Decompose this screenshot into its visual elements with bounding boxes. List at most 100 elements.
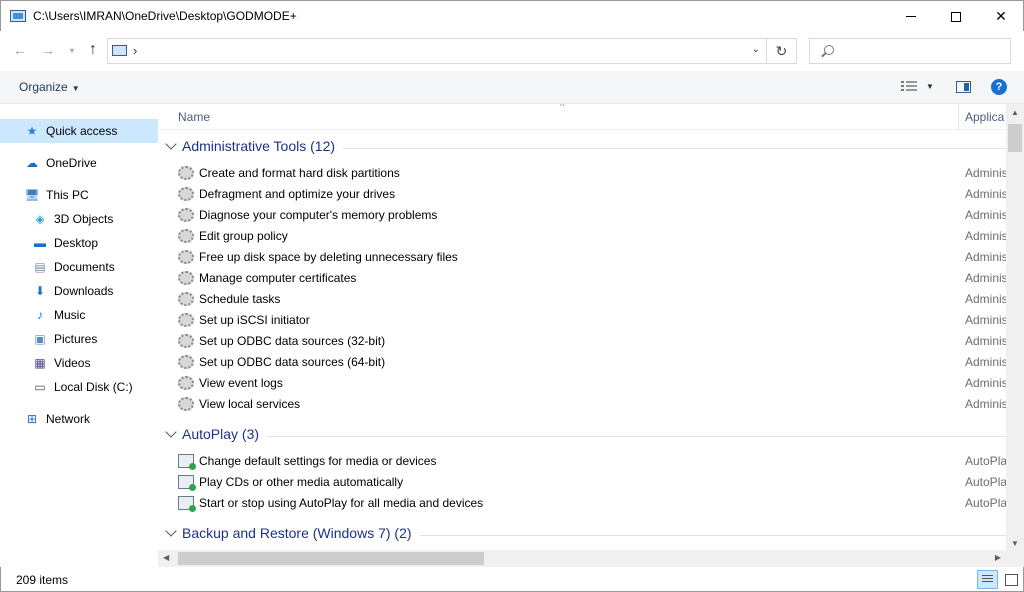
- sidebar-item-label: Local Disk (C:): [54, 380, 133, 394]
- document-icon: ▤: [34, 260, 46, 274]
- autoplay-icon: [178, 454, 196, 470]
- view-options-caret-icon[interactable]: ▼: [926, 82, 934, 91]
- minimize-button[interactable]: [888, 1, 934, 32]
- admin-tools-icon: [178, 229, 194, 243]
- sidebar-item-quick-access[interactable]: ★ Quick access: [0, 119, 158, 143]
- help-button[interactable]: ?: [991, 79, 1007, 95]
- item-application: AutoPla: [965, 496, 1006, 510]
- autoplay-icon: [178, 496, 196, 512]
- item-application: Adminis: [965, 229, 1006, 243]
- computer-icon: 🖥: [24, 188, 40, 202]
- pictures-icon: ▣: [34, 332, 46, 346]
- admin-tools-icon: [178, 292, 194, 306]
- organize-menu-button[interactable]: Organize ▼: [19, 80, 80, 94]
- refresh-button[interactable]: ↻: [767, 38, 797, 64]
- group-divider: [182, 436, 1006, 437]
- list-item[interactable]: View local services Adminis: [158, 394, 1006, 415]
- back-button[interactable]: ←: [10, 39, 30, 61]
- group-header[interactable]: AutoPlay (3): [158, 425, 1006, 447]
- group-header[interactable]: Administrative Tools (12): [158, 137, 1006, 159]
- organize-label: Organize: [19, 80, 68, 94]
- list-item[interactable]: Set up iSCSI initiator Adminis: [158, 310, 1006, 331]
- list-item[interactable]: Diagnose your computer's memory problems…: [158, 205, 1006, 226]
- control-panel-icon: [112, 45, 127, 56]
- sidebar-item-documents[interactable]: ▤ Documents: [0, 255, 158, 279]
- close-button[interactable]: ✕: [978, 1, 1024, 32]
- scroll-down-icon[interactable]: ▼: [1011, 539, 1019, 548]
- list-item[interactable]: Edit group policy Adminis: [158, 226, 1006, 247]
- group-header[interactable]: Backup and Restore (Windows 7) (2): [158, 524, 1006, 546]
- list-item[interactable]: View event logs Adminis: [158, 373, 1006, 394]
- list-item[interactable]: Play CDs or other media automatically Aut…: [158, 472, 1006, 493]
- item-application: Adminis: [965, 166, 1006, 180]
- search-input[interactable]: [809, 38, 1011, 64]
- item-name: Set up iSCSI initiator: [199, 313, 310, 327]
- address-bar[interactable]: › ⌄: [107, 38, 767, 64]
- scroll-left-icon[interactable]: ◀: [163, 553, 169, 562]
- list-item[interactable]: Create and format hard disk partitions Ad…: [158, 163, 1006, 184]
- title-bar: C:\Users\IMRAN\OneDrive\Desktop\GODMODE+…: [0, 0, 1024, 31]
- sidebar-item-pictures[interactable]: ▣ Pictures: [0, 327, 158, 351]
- group-collapse-icon[interactable]: [165, 426, 177, 438]
- vertical-scrollbar[interactable]: ▲ ▼: [1006, 104, 1024, 550]
- horizontal-scroll-thumb[interactable]: [178, 552, 484, 565]
- sidebar-item-network[interactable]: ⊞ Network: [0, 407, 158, 431]
- list-item[interactable]: Set up ODBC data sources (32-bit) Adminis: [158, 331, 1006, 352]
- column-separator[interactable]: [958, 104, 959, 130]
- sidebar-item-local-disk-c[interactable]: ▭ Local Disk (C:): [0, 375, 158, 399]
- column-header-row: Name ^ Applica: [158, 104, 1006, 130]
- vertical-scroll-thumb[interactable]: [1008, 124, 1022, 152]
- caret-down-icon: ▼: [71, 84, 80, 93]
- sidebar-item-music[interactable]: ♪ Music: [0, 303, 158, 327]
- sidebar-item-desktop[interactable]: ▬ Desktop: [0, 231, 158, 255]
- sidebar-item-label: Pictures: [54, 332, 98, 346]
- admin-tools-icon: [178, 313, 194, 327]
- item-application: Adminis: [965, 208, 1006, 222]
- list-item[interactable]: Schedule tasks Adminis: [158, 289, 1006, 310]
- sidebar-item-3d-objects[interactable]: ◈ 3D Objects: [0, 207, 158, 231]
- item-name: Free up disk space by deleting unnecessa…: [199, 250, 458, 264]
- sidebar-item-this-pc[interactable]: 🖥 This PC: [0, 183, 158, 207]
- videos-icon: ▦: [34, 356, 46, 370]
- scroll-up-icon[interactable]: ▲: [1011, 108, 1019, 117]
- sidebar-item-onedrive[interactable]: ☁ OneDrive: [0, 151, 158, 175]
- change-view-button[interactable]: [901, 81, 917, 93]
- scroll-right-icon[interactable]: ▶: [995, 553, 1001, 562]
- arrow-left-icon: ←: [13, 42, 27, 58]
- horizontal-scrollbar[interactable]: ◀ ▶: [158, 550, 1006, 567]
- group-collapse-icon[interactable]: [165, 525, 177, 537]
- item-application: Adminis: [965, 355, 1006, 369]
- breadcrumb-chevron-icon[interactable]: ›: [133, 43, 137, 58]
- list-item[interactable]: Set up ODBC data sources (64-bit) Adminis: [158, 352, 1006, 373]
- forward-button[interactable]: →: [38, 39, 58, 61]
- sidebar-item-downloads[interactable]: ⬇ Downloads: [0, 279, 158, 303]
- address-dropdown-icon[interactable]: ⌄: [752, 44, 760, 55]
- maximize-button[interactable]: [933, 1, 979, 32]
- sidebar-item-videos[interactable]: ▦ Videos: [0, 351, 158, 375]
- list-item[interactable]: Change default settings for media or dev…: [158, 451, 1006, 472]
- search-icon: [824, 45, 834, 55]
- large-icons-view-button[interactable]: [1001, 570, 1021, 589]
- list-item[interactable]: Start or stop using AutoPlay for all med…: [158, 493, 1006, 514]
- item-name: Diagnose your computer's memory problems: [199, 208, 438, 222]
- download-icon: ⬇: [34, 284, 46, 298]
- scrollbar-corner: [1006, 550, 1024, 567]
- maximize-icon: [951, 11, 961, 22]
- sidebar-item-label: Quick access: [46, 124, 118, 138]
- item-application: Adminis: [965, 334, 1006, 348]
- item-application: AutoPla: [965, 454, 1006, 468]
- list-item[interactable]: Defragment and optimize your drives Admin…: [158, 184, 1006, 205]
- item-name: Create and format hard disk partitions: [199, 166, 400, 180]
- up-button[interactable]: ↑: [83, 39, 103, 61]
- desktop-icon: ▬: [34, 236, 46, 250]
- column-header-name[interactable]: Name: [178, 110, 210, 124]
- list-item[interactable]: Manage computer certificates Adminis: [158, 268, 1006, 289]
- recent-locations-button[interactable]: ▾: [62, 39, 82, 61]
- column-header-application[interactable]: Applica: [965, 110, 1004, 124]
- group-collapse-icon[interactable]: [165, 138, 177, 150]
- group-title: AutoPlay (3): [182, 426, 268, 442]
- sidebar-item-label: Documents: [54, 260, 115, 274]
- preview-pane-button[interactable]: [956, 81, 971, 93]
- list-item[interactable]: Free up disk space by deleting unnecessa…: [158, 247, 1006, 268]
- details-view-button[interactable]: [977, 570, 998, 589]
